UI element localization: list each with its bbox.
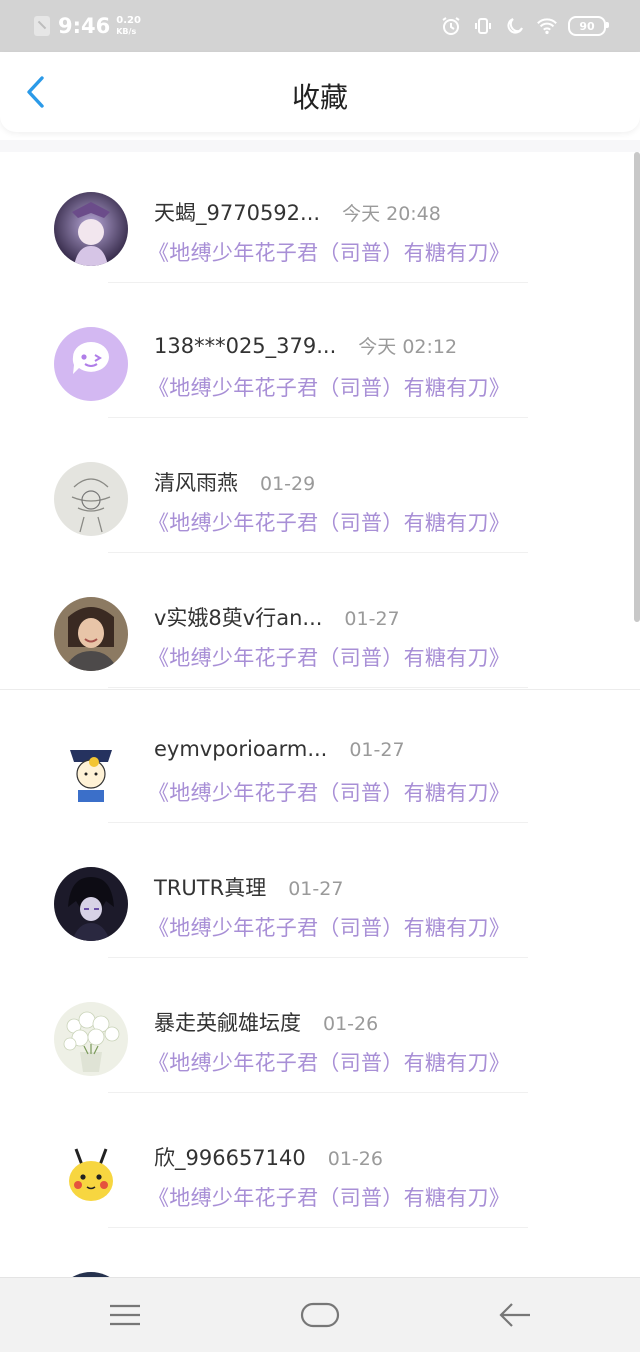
user-name-text: 天蝎_9770592... [154, 201, 321, 225]
row-divider [108, 417, 528, 418]
story-title-link[interactable]: 《地缚少年花子君（司普）有糖有刀》 [148, 1182, 510, 1212]
story-title-link[interactable]: 《地缚少年花子君（司普）有糖有刀》 [148, 912, 510, 942]
user-name[interactable]: 欣_996657140 01-26 [154, 1142, 383, 1172]
timestamp: 01-26 [323, 1013, 379, 1035]
network-speed-value: 0.20 [116, 15, 141, 26]
timestamp: 01-29 [260, 473, 316, 495]
timestamp: 01-27 [288, 878, 344, 900]
user-name-text: 欣_996657140 [154, 1146, 306, 1170]
avatar[interactable] [54, 1137, 128, 1211]
home-icon [300, 1302, 340, 1328]
list-item[interactable]: 清风雨燕 01-29 《地缚少年花子君（司普）有糖有刀》 [0, 422, 632, 557]
row-divider [108, 282, 528, 283]
timestamp: 01-27 [344, 608, 400, 630]
moon-icon [504, 15, 526, 37]
timestamp: 01-27 [349, 739, 405, 761]
vibrate-icon [472, 15, 494, 37]
user-name-text: 暴走英觎雄坛度 [154, 1011, 301, 1035]
row-divider [108, 957, 528, 958]
user-name-text: eymvporioarm... [154, 737, 328, 761]
network-speed: 0.20 KB/s [116, 15, 141, 37]
row-divider [108, 552, 528, 553]
list-item[interactable]: 138***025_379... 今天 02:12 《地缚少年花子君（司普）有糖有… [0, 287, 632, 422]
row-divider [108, 822, 528, 823]
alarm-icon [440, 15, 462, 37]
favorites-list[interactable]: 天蝎_9770592... 今天 20:48 《地缚少年花子君（司普）有糖有刀》 … [0, 152, 640, 1277]
story-title-link[interactable]: 《地缚少年花子君（司普）有糖有刀》 [148, 237, 510, 267]
user-name[interactable]: v实娥8萸v行an... 01-27 [154, 602, 400, 632]
page-title: 收藏 [291, 81, 348, 114]
menu-icon [110, 1304, 140, 1326]
user-name-text: 清风雨燕 [154, 471, 238, 495]
user-name[interactable]: 清风雨燕 01-29 [154, 467, 315, 497]
header-divider [0, 140, 640, 152]
list-item[interactable] [0, 1232, 632, 1277]
avatar[interactable] [54, 1002, 128, 1076]
story-title-link[interactable]: 《地缚少年花子君（司普）有糖有刀》 [148, 1047, 510, 1077]
avatar[interactable] [54, 732, 128, 806]
story-title-link[interactable]: 《地缚少年花子君（司普）有糖有刀》 [148, 642, 510, 672]
row-divider [108, 1092, 528, 1093]
user-name[interactable]: TRUTR真理 01-27 [154, 872, 343, 902]
battery-icon: 90 [568, 16, 609, 36]
back-button[interactable] [18, 74, 54, 110]
back-arrow-icon [499, 1303, 530, 1327]
section-divider [0, 689, 640, 690]
avatar[interactable] [54, 327, 128, 401]
menu-button[interactable] [95, 1292, 155, 1338]
story-title-link[interactable]: 《地缚少年花子君（司普）有糖有刀》 [148, 507, 510, 537]
nav-back-button[interactable] [485, 1292, 545, 1338]
list-item[interactable]: 暴走英觎雄坛度 01-26 《地缚少年花子君（司普）有糖有刀》 [0, 962, 632, 1097]
avatar[interactable] [54, 462, 128, 536]
wifi-icon [536, 15, 558, 37]
list-item[interactable]: TRUTR真理 01-27 《地缚少年花子君（司普）有糖有刀》 [0, 827, 632, 962]
avatar[interactable] [54, 867, 128, 941]
timestamp: 今天 02:12 [358, 336, 458, 358]
list-item[interactable]: 欣_996657140 01-26 《地缚少年花子君（司普）有糖有刀》 [0, 1097, 632, 1232]
timestamp: 01-26 [327, 1148, 383, 1170]
list-item[interactable]: 天蝎_9770592... 今天 20:48 《地缚少年花子君（司普）有糖有刀》 [0, 152, 632, 287]
status-time: 9:46 [58, 14, 111, 38]
list-item[interactable]: eymvporioarm... 01-27 《地缚少年花子君（司普）有糖有刀》 [0, 692, 632, 827]
notification-icon [34, 16, 50, 36]
timestamp: 今天 20:48 [342, 203, 441, 225]
avatar[interactable] [54, 597, 128, 671]
user-name-text: v实娥8萸v行an... [154, 606, 323, 630]
row-divider [108, 1227, 528, 1228]
story-title-link[interactable]: 《地缚少年花子君（司普）有糖有刀》 [148, 372, 510, 402]
user-name-text: 138***025_379... [154, 334, 337, 358]
list-item[interactable]: v实娥8萸v行an... 01-27 《地缚少年花子君（司普）有糖有刀》 [0, 557, 632, 692]
row-divider [108, 687, 528, 688]
network-speed-unit: KB/s [116, 27, 137, 36]
navigation-bar [0, 1277, 640, 1352]
battery-level: 90 [579, 19, 595, 33]
story-title-link[interactable]: 《地缚少年花子君（司普）有糖有刀》 [148, 777, 510, 807]
user-name[interactable]: 天蝎_9770592... 今天 20:48 [154, 197, 441, 227]
user-name-text: TRUTR真理 [154, 876, 267, 900]
user-name[interactable]: 138***025_379... 今天 02:12 [154, 332, 457, 359]
scrollbar[interactable] [634, 152, 640, 622]
home-button[interactable] [290, 1292, 350, 1338]
chevron-left-icon [27, 76, 44, 108]
user-name[interactable]: eymvporioarm... 01-27 [154, 737, 405, 761]
avatar[interactable] [54, 192, 128, 266]
status-bar: 9:46 0.20 KB/s 90 [0, 0, 640, 52]
user-name[interactable]: 暴走英觎雄坛度 01-26 [154, 1007, 378, 1037]
title-bar: 收藏 [0, 52, 640, 132]
